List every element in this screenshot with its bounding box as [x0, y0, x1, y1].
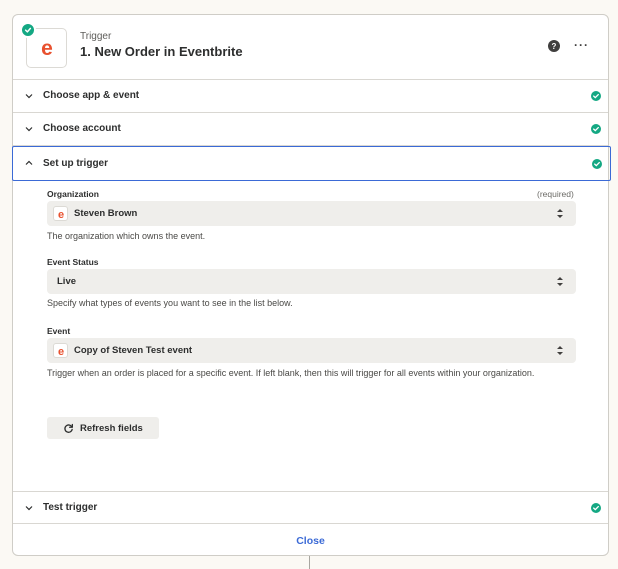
section-test-trigger[interactable]: Test trigger: [13, 491, 608, 524]
event-status-select[interactable]: Live: [47, 269, 576, 294]
footer: Close: [13, 525, 608, 557]
svg-text:e: e: [57, 209, 63, 220]
chevron-down-icon: [25, 127, 33, 132]
organization-select[interactable]: e Steven Brown: [47, 201, 576, 226]
section-choose-account[interactable]: Choose account: [13, 113, 608, 146]
organization-label: Organization: [47, 189, 99, 199]
event-select[interactable]: e Copy of Steven Test event: [47, 338, 576, 363]
check-circle-icon: [591, 503, 601, 513]
section-label: Set up trigger: [43, 158, 109, 169]
svg-text:e: e: [57, 346, 63, 357]
section-choose-app-event[interactable]: Choose app & event: [13, 80, 608, 113]
section-label: Choose app & event: [43, 90, 140, 101]
section-set-up-trigger[interactable]: Set up trigger: [12, 146, 611, 181]
check-icon: [20, 22, 36, 38]
required-indicator: (required): [537, 189, 574, 199]
refresh-fields-label: Refresh fields: [80, 422, 143, 434]
refresh-fields-button[interactable]: Refresh fields: [47, 417, 159, 439]
chevron-down-icon: [25, 94, 33, 99]
check-circle-icon: [592, 159, 602, 169]
event-status-value: Live: [57, 276, 77, 287]
step-kind: Trigger: [80, 31, 112, 42]
section-label: Test trigger: [43, 502, 98, 513]
section-label: Choose account: [43, 123, 121, 134]
chevron-down-icon: [25, 506, 33, 511]
organization-help: The organization which owns the event.: [47, 231, 206, 241]
eventbrite-icon: e: [53, 206, 68, 221]
select-arrows-icon: [557, 277, 563, 286]
event-status-label: Event Status: [47, 257, 99, 267]
event-status-help: Specify what types of events you want to…: [47, 298, 293, 308]
check-circle-icon: [591, 124, 601, 134]
check-circle-icon: [591, 91, 601, 101]
chevron-up-icon: [25, 160, 33, 165]
app-letter: e: [41, 37, 53, 60]
select-arrows-icon: [557, 209, 563, 218]
flow-connector-line: [309, 556, 310, 569]
organization-value: Steven Brown: [74, 208, 138, 219]
step-editor-panel: e Trigger 1. New Order in Eventbrite ? ·…: [12, 14, 611, 557]
step-title[interactable]: 1. New Order in Eventbrite: [80, 44, 243, 59]
close-button[interactable]: Close: [296, 535, 325, 547]
more-options-icon[interactable]: ···: [574, 38, 589, 52]
step-header: e Trigger 1. New Order in Eventbrite ? ·…: [13, 15, 608, 80]
event-label: Event: [47, 326, 71, 336]
select-arrows-icon: [557, 346, 563, 355]
refresh-icon: [64, 423, 73, 433]
eventbrite-icon: e: [53, 343, 68, 358]
help-icon[interactable]: ?: [548, 40, 560, 52]
event-help: Trigger when an order is placed for a sp…: [47, 368, 535, 378]
event-value: Copy of Steven Test event: [74, 345, 193, 356]
